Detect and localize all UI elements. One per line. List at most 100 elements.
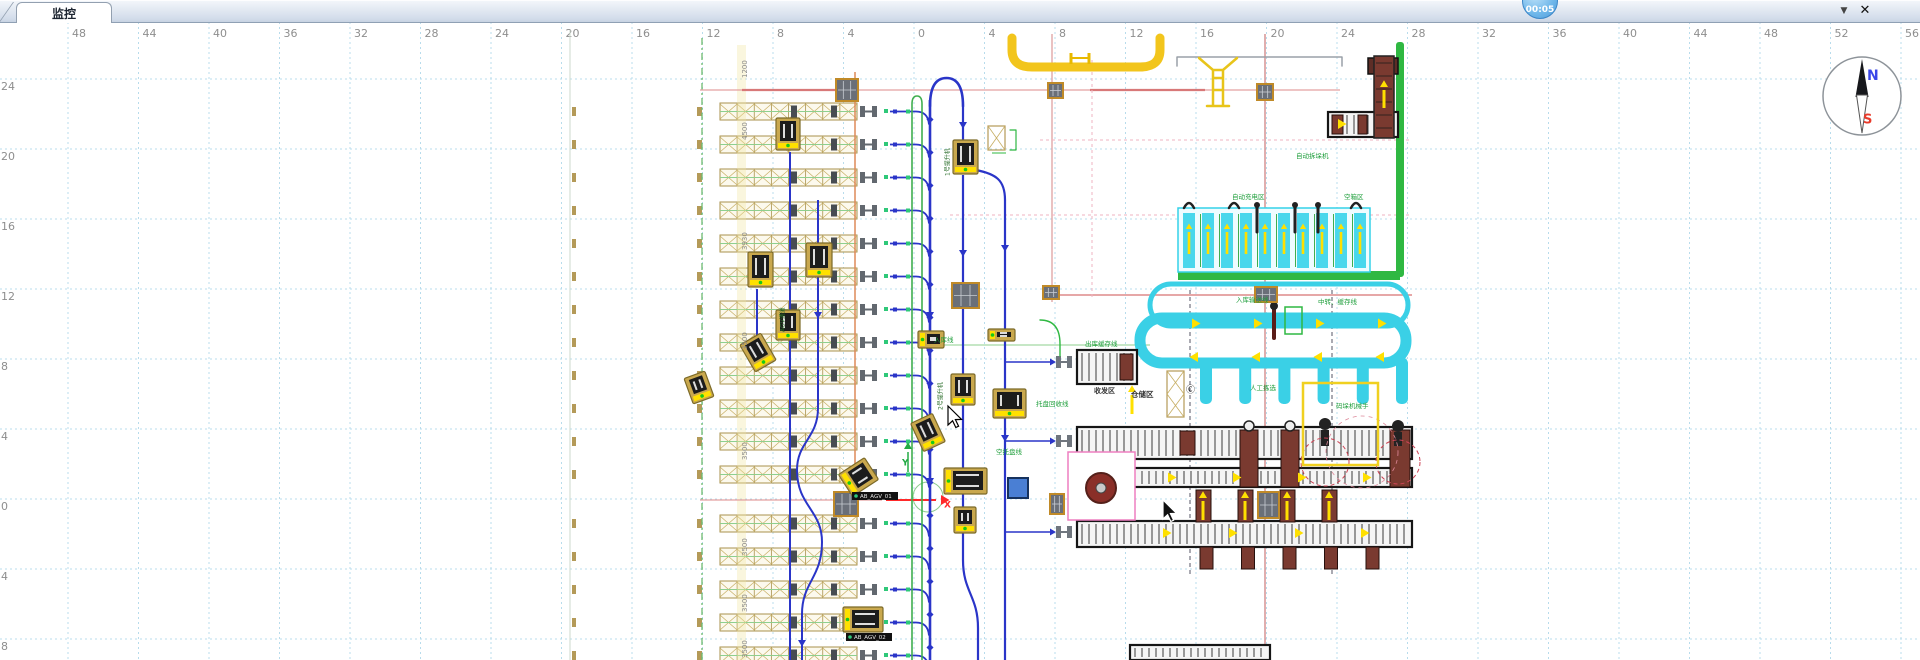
agv-marker[interactable] — [776, 118, 800, 150]
agv-load — [852, 610, 879, 628]
pick-station — [872, 304, 877, 315]
ruler-top-label: 0 — [918, 27, 925, 40]
facility-map-canvas[interactable]: 4844403632282420161284048121620242832364… — [0, 0, 1920, 660]
agv-load — [955, 377, 971, 396]
rack-tick — [697, 404, 702, 413]
agv-trunk-uturn — [930, 78, 963, 106]
ruler-top-label: 16 — [1200, 27, 1214, 40]
ruler-top-label: 4 — [989, 27, 996, 40]
path-node-blue — [893, 110, 897, 114]
agv-marker[interactable] — [843, 607, 883, 632]
path-node-blue — [893, 621, 897, 625]
agv-marker[interactable] — [911, 413, 946, 451]
path-node-green — [906, 143, 910, 147]
m2 — [1017, 395, 1019, 406]
station-node-box[interactable] — [1257, 84, 1273, 100]
pick-station — [860, 337, 865, 348]
tag-text: AB_AGV_01 — [860, 494, 892, 500]
agv-marker[interactable] — [838, 458, 878, 497]
agv-load — [953, 471, 983, 490]
pick-station — [860, 304, 865, 315]
ruler-top-label: 32 — [354, 27, 368, 40]
pick-station — [872, 337, 877, 348]
agv-marker[interactable] — [748, 252, 773, 287]
station-node-box[interactable] — [836, 79, 858, 101]
agv-marker[interactable] — [993, 389, 1026, 418]
pallet-slot — [791, 584, 797, 596]
rack-tick — [572, 651, 576, 660]
agv-marker[interactable] — [684, 371, 714, 404]
map-vlabel: 1200 — [741, 60, 749, 78]
map-vlabel: 3500 — [741, 594, 749, 612]
pallet-slot — [791, 271, 797, 283]
m2 — [1000, 332, 1007, 334]
rack-tick — [572, 206, 576, 215]
station-node-box[interactable] — [1048, 83, 1063, 98]
pallet-slot — [831, 370, 837, 382]
ruler-left-label: 4 — [1, 570, 8, 583]
rack-tick — [572, 107, 576, 116]
path-node-green — [884, 340, 888, 344]
pallet-slot — [791, 238, 797, 250]
pick-station — [860, 436, 865, 447]
robot-arm — [1392, 420, 1404, 432]
m1 — [958, 380, 960, 393]
pallet-slot — [831, 518, 837, 530]
ruler-top-label: 4 — [848, 27, 855, 40]
map-circle — [1254, 202, 1260, 208]
agv-marker[interactable] — [951, 374, 975, 405]
map-label: 入库输送线 — [1236, 295, 1269, 304]
rack-tick — [697, 239, 702, 248]
rack-tick — [572, 404, 576, 413]
station-node-box[interactable] — [952, 283, 979, 308]
agv-marker[interactable] — [954, 507, 976, 533]
path-node-blue — [893, 555, 897, 559]
pallet-slot — [791, 518, 797, 530]
agv-status-dot — [846, 618, 850, 622]
tag-dot — [854, 494, 858, 498]
pick-station — [860, 518, 865, 529]
agv-marker[interactable] — [944, 468, 987, 494]
rack-tick — [697, 519, 702, 528]
pallet-slot — [831, 551, 837, 563]
path-node-green — [884, 241, 888, 245]
ruler-top-label: 56 — [1905, 27, 1919, 40]
rack-tick — [572, 305, 576, 314]
agv-marker[interactable] — [988, 329, 1015, 341]
path-node-green — [906, 621, 910, 625]
close-button[interactable]: ✕ — [1856, 3, 1874, 19]
pallet-slot — [831, 139, 837, 151]
agv-marker[interactable] — [806, 243, 832, 277]
agv-marker[interactable] — [953, 140, 978, 174]
map-rect — [1396, 358, 1408, 404]
map-rect — [926, 512, 933, 519]
collapse-button[interactable]: ▼ — [1836, 3, 1852, 19]
agv-name-tag: AB_AGV_01 — [852, 492, 898, 500]
station-node-box[interactable] — [1258, 492, 1279, 518]
path-node-blue — [893, 308, 897, 312]
path-node-green — [884, 208, 888, 212]
rack-row — [572, 400, 929, 422]
tabbar-highlight — [0, 0, 1920, 1]
map-rect — [1200, 358, 1212, 404]
rack-tick — [572, 437, 576, 446]
agv-status-dot — [759, 281, 763, 285]
rack-row — [572, 433, 929, 455]
connector-bar — [1067, 526, 1072, 538]
station-node-box[interactable] — [1043, 286, 1059, 299]
path-node-green — [906, 374, 910, 378]
tab-monitoring[interactable]: 监控 — [16, 2, 112, 23]
ruler-left-label: 4 — [1, 430, 8, 443]
map-circle — [1285, 421, 1295, 431]
map-rect — [1180, 431, 1195, 455]
station-node-box[interactable] — [1050, 494, 1064, 514]
map-vlabel: AGV通道 — [779, 307, 787, 332]
pallet-slot — [791, 551, 797, 563]
map-circle — [1315, 202, 1321, 208]
map-label: 仓储区 — [1130, 389, 1154, 399]
rack-row — [572, 301, 929, 323]
tag-text: AB_AGV_02 — [854, 635, 886, 641]
path-node-blue — [893, 176, 897, 180]
path-node-green — [884, 521, 888, 525]
pallet-slot — [831, 337, 837, 349]
